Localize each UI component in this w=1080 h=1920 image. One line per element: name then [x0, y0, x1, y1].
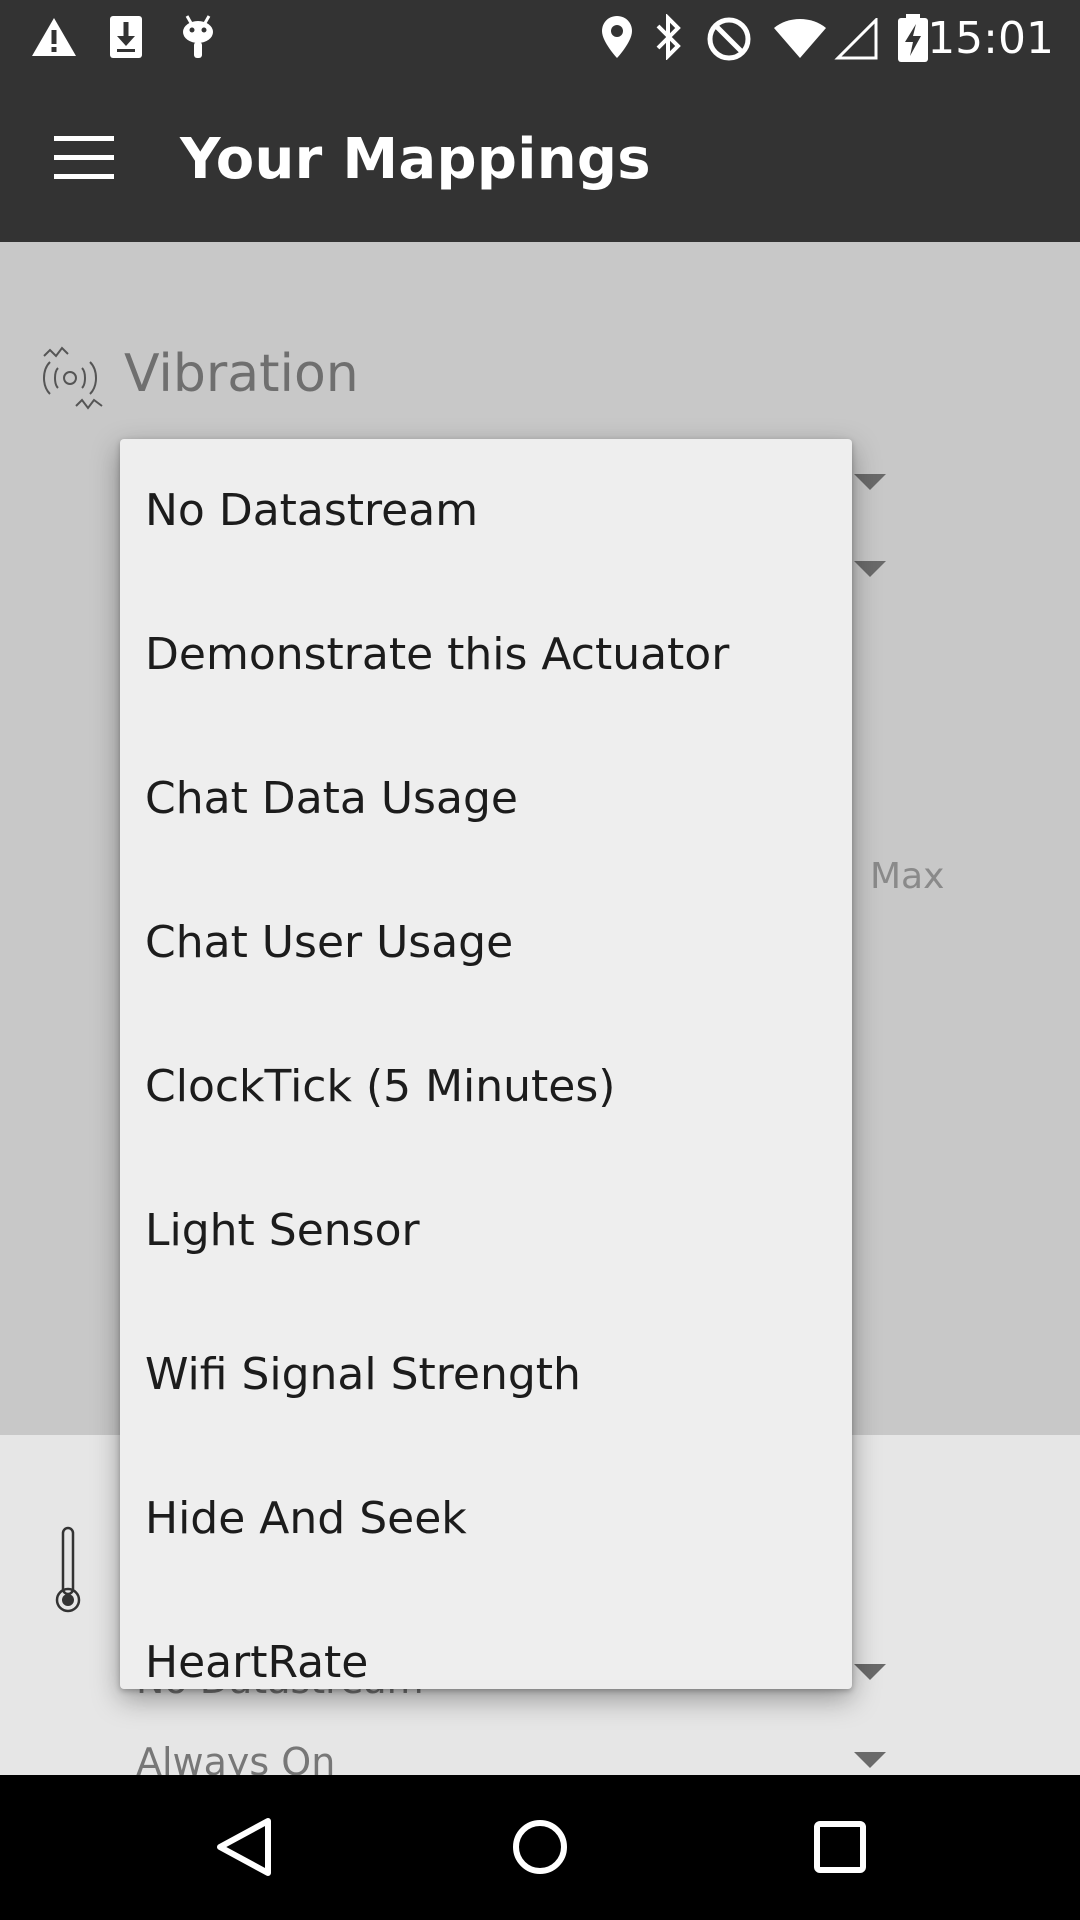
thermometer-icon	[55, 1526, 81, 1613]
dropdown-item-wifi-signal-strength[interactable]: Wifi Signal Strength	[120, 1303, 852, 1447]
temperature-mode-caret-icon[interactable]	[854, 1752, 886, 1768]
mapping-title-vibration: Vibration	[124, 344, 359, 404]
app-bar: Your Mappings	[0, 80, 1080, 242]
mode-dropdown-caret-icon[interactable]	[854, 561, 886, 577]
recents-icon[interactable]	[800, 1805, 880, 1889]
back-icon[interactable]	[206, 1805, 282, 1889]
dropdown-item-light-sensor[interactable]: Light Sensor	[120, 1159, 852, 1303]
status-bar: 15:01	[0, 0, 1080, 80]
page-title: Your Mappings	[180, 127, 651, 192]
location-icon	[602, 16, 632, 58]
dropdown-item-clocktick[interactable]: ClockTick (5 Minutes)	[120, 1015, 852, 1159]
wifi-icon	[774, 19, 826, 58]
dropdown-item-demonstrate-actuator[interactable]: Demonstrate this Actuator	[120, 583, 852, 727]
signal-icon	[834, 18, 878, 60]
status-time: 15:01	[927, 13, 1054, 64]
hamburger-menu-icon[interactable]	[54, 136, 114, 184]
dropdown-item-hide-and-seek[interactable]: Hide And Seek	[120, 1447, 852, 1591]
dropdown-item-chat-data-usage[interactable]: Chat Data Usage	[120, 727, 852, 871]
navigation-bar	[0, 1775, 1080, 1920]
max-label: Max	[870, 856, 945, 897]
android-debug-icon	[183, 15, 213, 58]
dropdown-item-chat-user-usage[interactable]: Chat User Usage	[120, 871, 852, 1015]
download-icon	[110, 16, 142, 58]
bluetooth-icon	[656, 14, 681, 60]
dropdown-item-heartrate[interactable]: HeartRate	[120, 1591, 852, 1689]
datastream-dropdown-menu[interactable]: No Datastream Demonstrate this Actuator …	[120, 439, 852, 1689]
battery-charging-icon	[898, 14, 928, 62]
home-icon[interactable]	[500, 1805, 580, 1889]
vibration-icon	[43, 346, 103, 410]
dropdown-item-no-datastream[interactable]: No Datastream	[120, 439, 852, 583]
temperature-datastream-caret-icon[interactable]	[854, 1664, 886, 1680]
do-not-disturb-icon	[707, 17, 751, 61]
datastream-dropdown-caret-icon[interactable]	[854, 474, 886, 490]
warning-icon	[32, 18, 76, 56]
